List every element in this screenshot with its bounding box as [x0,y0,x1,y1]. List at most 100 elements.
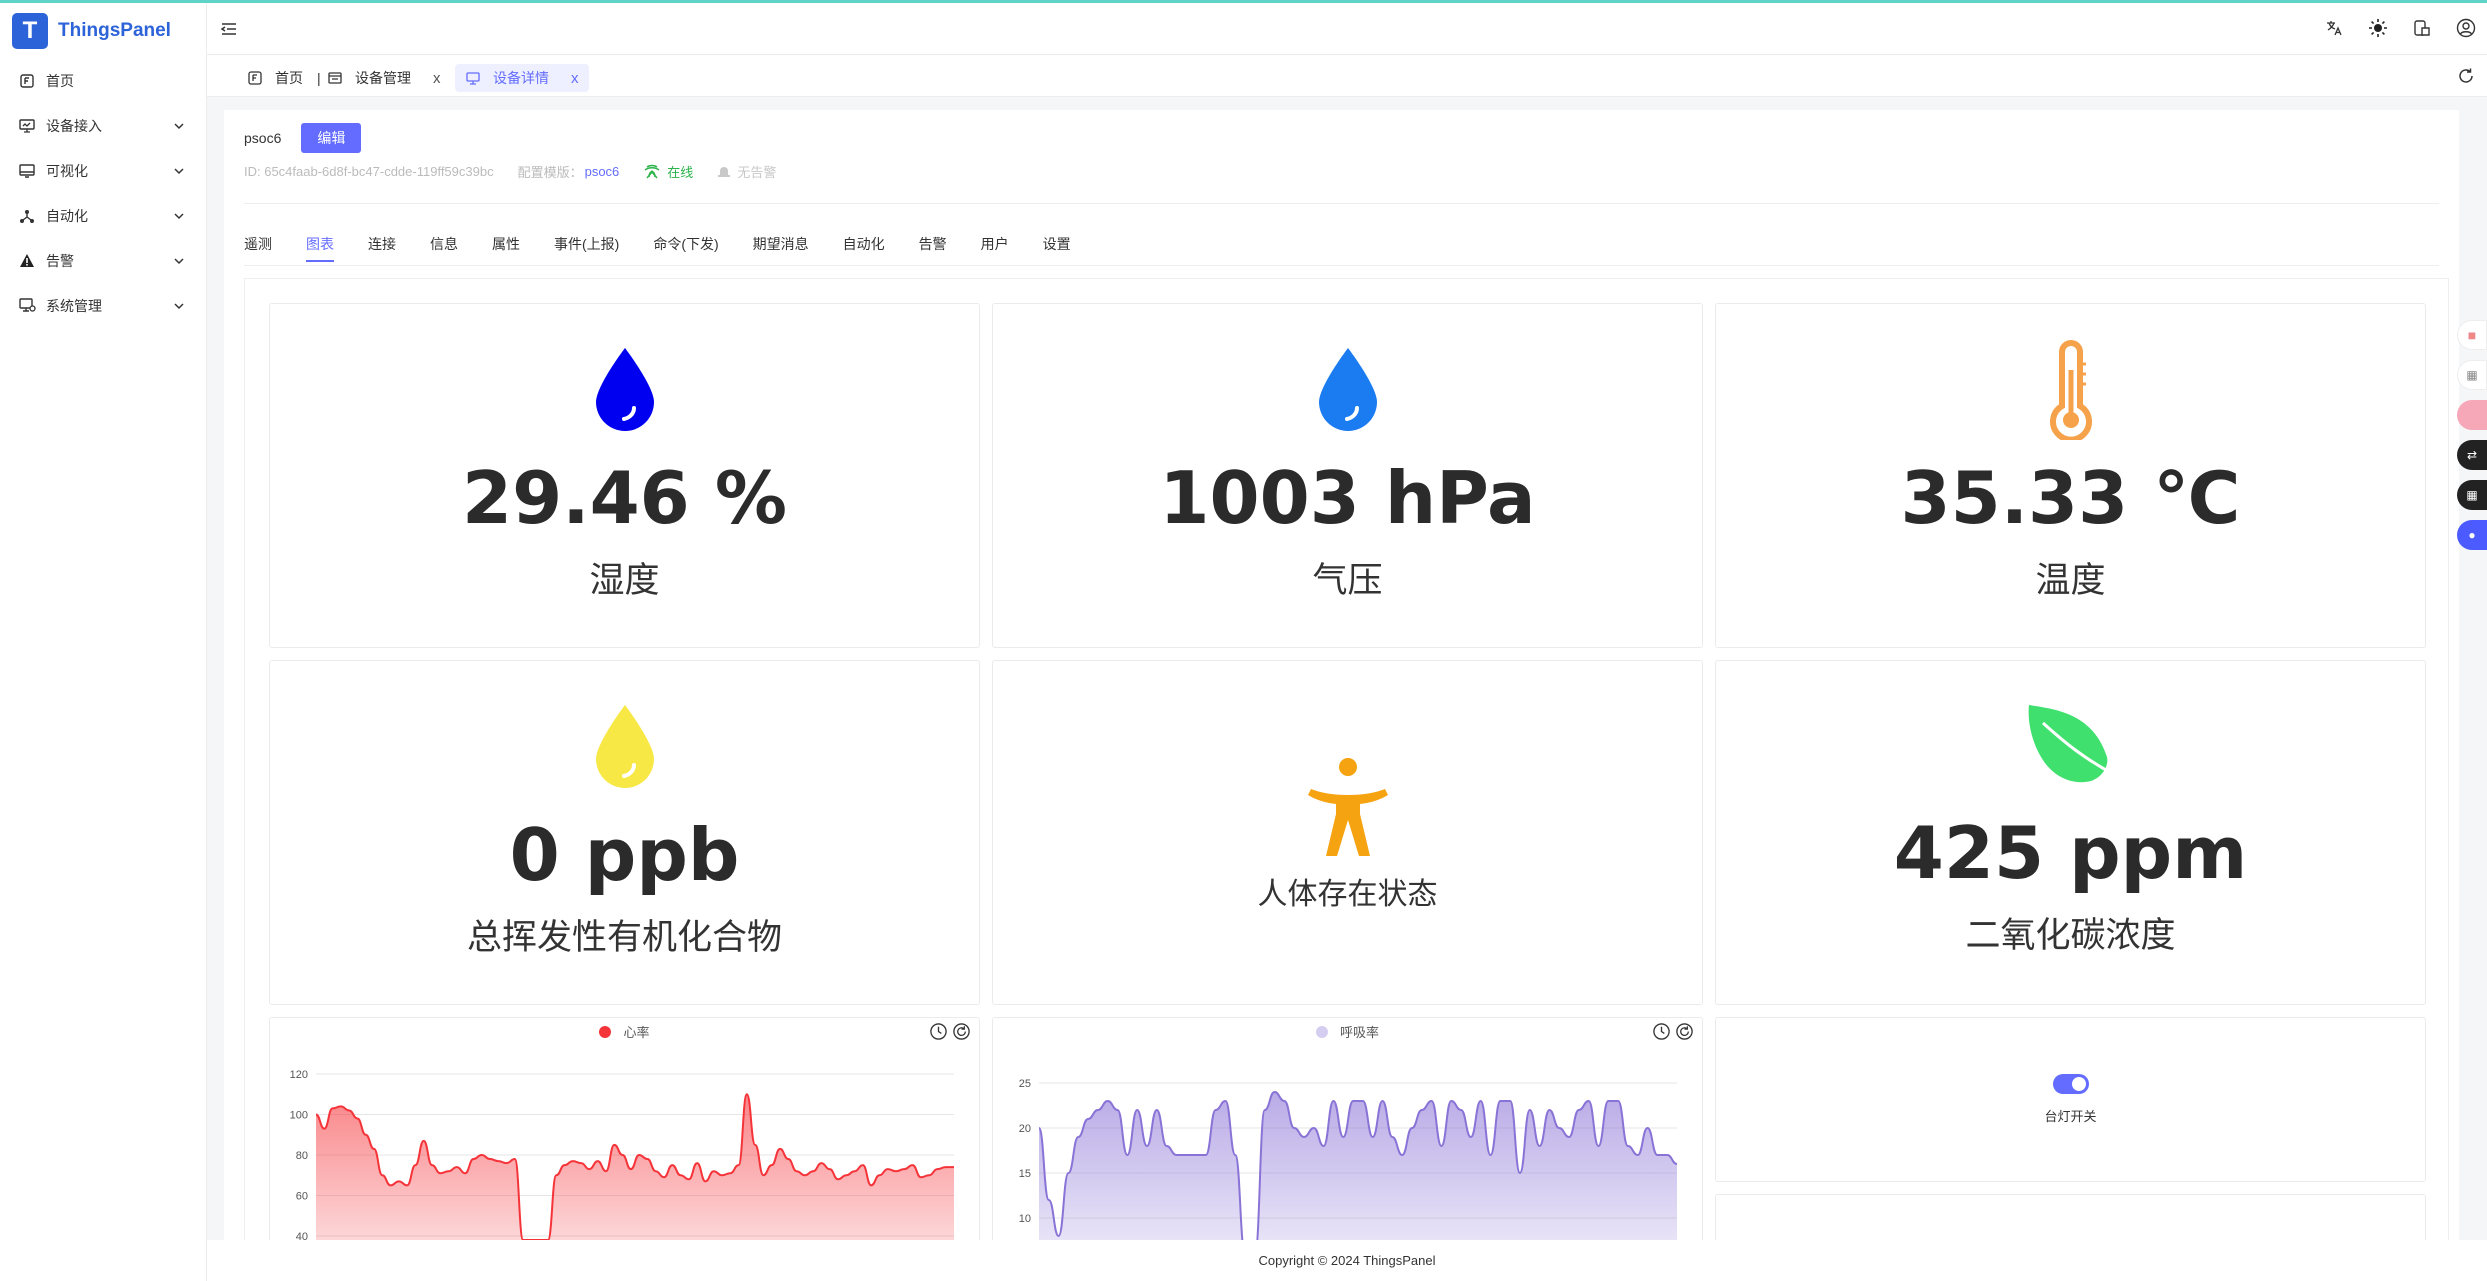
grid-tool-icon[interactable]: ▦ [2457,480,2487,510]
co2-value: 425 ppm [1893,811,2248,895]
sidebar-item-visualization[interactable]: 可视化 [0,148,206,193]
subtab-attributes[interactable]: 属性 [492,234,520,262]
tab-device-management[interactable]: 设备管理 x [317,64,451,92]
user-icon[interactable] [2455,17,2477,39]
top-header [207,3,2487,55]
theme-config-icon[interactable] [2411,17,2433,39]
subtab-connection[interactable]: 连接 [368,234,396,262]
copyright-text: Copyright © 2024 ThingsPanel [1258,1253,1436,1268]
subtab-settings[interactable]: 设置 [1043,234,1071,262]
subtab-info[interactable]: 信息 [430,234,458,262]
pressure-label: 气压 [1312,561,1383,601]
humidity-label: 湿度 [589,561,660,601]
lamp-label: 台灯开关 [2044,1109,2097,1124]
close-icon[interactable]: x [433,70,441,87]
chevron-down-icon [174,122,184,129]
water-drop-icon [1318,348,1377,431]
footer: Copyright © 2024 ThingsPanel [207,1240,2487,1281]
lamp-switch-card: 台灯开关 [1715,1017,2426,1182]
sidebar-item-label: 自动化 [46,207,88,224]
leaf-icon [2028,705,2116,783]
home-icon [248,71,262,85]
online-status-text: 在线 [667,165,694,180]
visualization-icon [18,162,36,180]
sidebar-item-label: 告警 [46,252,74,269]
tab-label: 首页 [275,70,303,86]
tab-bar: 首页 | 设备管理 x 设备详情 x [207,55,2487,97]
avatar-icon[interactable] [2457,400,2487,430]
voc-card: 0 ppb 总挥发性有机化合物 [269,660,980,1005]
tab-label: 设备管理 [355,70,411,86]
device-id: ID: 65c4faab-6d8f-bc47-cdde-119ff59c39bc [244,164,494,179]
online-status: 在线 [643,162,693,181]
respiration-chart: 10 15 20 25 [1019,1078,1678,1246]
y-tick-label: 100 [290,1110,308,1122]
pressure-card: 1003 hPa 气压 [992,303,1703,648]
subtab-users[interactable]: 用户 [981,234,1009,262]
co2-label: 二氧化碳浓度 [1965,916,2176,956]
y-tick-label: 15 [1019,1168,1031,1180]
sidebar-item-label: 首页 [46,72,74,89]
gift-icon[interactable]: ■ [2457,320,2487,350]
chevron-down-icon [174,167,184,174]
sidebar-item-label: 系统管理 [46,297,102,314]
pressure-value: 1003 hPa [1159,456,1536,540]
y-tick-label: 10 [1019,1213,1031,1225]
water-drop-icon [595,705,654,788]
subtab-commands[interactable]: 命令(下发) [653,234,718,262]
app-logo[interactable]: T ThingsPanel [0,3,206,58]
sidebar-item-automation[interactable]: 自动化 [0,193,206,238]
apps-icon[interactable]: ▦ [2457,360,2487,390]
tab-label: 设备详情 [493,70,549,86]
alarm-icon [18,252,36,270]
temperature-label: 温度 [2035,561,2106,601]
refresh-icon[interactable] [2457,67,2475,85]
edit-button[interactable]: 编辑 [301,123,362,153]
close-icon[interactable]: x [571,70,579,87]
temperature-card: 35.33 ℃ 温度 [1715,303,2426,648]
theme-sun-icon[interactable] [2367,17,2389,39]
subtab-charts[interactable]: 图表 [306,234,334,262]
lamp-toggle[interactable] [2052,1074,2089,1094]
presence-card: 人体存在状态 [992,660,1703,1005]
co2-card: 425 ppm 二氧化碳浓度 [1715,660,2426,1005]
person-icon [1307,758,1388,856]
subtab-expected-messages[interactable]: 期望消息 [753,234,809,262]
tab-device-detail[interactable]: 设备详情 x [455,64,589,92]
config-template-link[interactable]: psoc6 [585,164,620,179]
sidebar-item-label: 设备接入 [46,117,102,134]
sidebar-item-home[interactable]: 首页 [0,58,206,103]
translate-icon[interactable] [2323,17,2345,39]
alarm-status-text: 无告警 [737,165,777,180]
alarm-bell-icon [718,167,731,177]
y-tick-label: 120 [290,1069,308,1081]
subtab-events[interactable]: 事件(上报) [554,234,619,262]
subtab-alarms[interactable]: 告警 [919,234,947,262]
chevron-down-icon [174,302,184,309]
y-tick-label: 80 [296,1150,308,1162]
subtab-telemetry[interactable]: 遥测 [244,234,272,262]
sidebar-item-system-management[interactable]: 系统管理 [0,283,206,328]
device-subtabs: 遥测 图表 连接 信息 属性 事件(上报) 命令(下发) 期望消息 自动化 告警… [244,234,1105,262]
device-name: psoc6 [244,130,282,146]
assistant-bot-icon[interactable]: ● [2457,520,2487,550]
sidebar-item-device-access[interactable]: 设备接入 [0,103,206,148]
respiration-chart-card: 呼吸率 10 15 20 25 [992,1017,1703,1247]
translate-tool-icon[interactable]: ⇄ [2457,440,2487,470]
y-tick-label: 60 [296,1191,308,1203]
app-name: ThingsPanel [58,19,171,41]
subtab-automation[interactable]: 自动化 [843,234,885,262]
floating-tool-rail: ■ ▦ ⇄ ▦ ● [2457,320,2487,560]
voc-label: 总挥发性有机化合物 [466,918,782,958]
sidebar-item-alarm[interactable]: 告警 [0,238,206,283]
thermometer-icon [2049,340,2092,440]
humidity-value: 29.46 % [462,456,787,540]
collapse-sidebar-icon[interactable] [219,19,239,39]
subtab-underline [244,265,2439,266]
chevron-down-icon [174,212,184,219]
voc-value: 0 ppb [509,813,740,897]
humidity-card: 29.46 % 湿度 [269,303,980,648]
main-content: psoc6 编辑 ID: 65c4faab-6d8f-bc47-cdde-119… [224,110,2459,1254]
y-tick-label: 25 [1019,1078,1031,1090]
logo-icon: T [12,12,48,49]
